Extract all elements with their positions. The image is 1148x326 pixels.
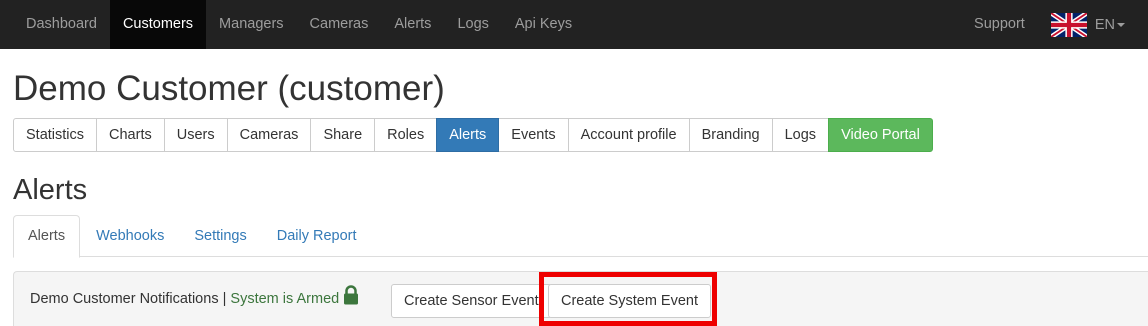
- right-nav: Support EN: [960, 0, 1148, 49]
- alert-tabs: Alerts Webhooks Settings Daily Report: [13, 215, 1148, 258]
- tab-branding[interactable]: Branding: [688, 118, 773, 152]
- notifications-label: Demo Customer Notifications: [30, 291, 219, 307]
- nav-item-logs[interactable]: Logs: [444, 0, 501, 49]
- tab-account-profile[interactable]: Account profile: [567, 118, 690, 152]
- main-nav: Dashboard Customers Managers Cameras Ale…: [13, 0, 585, 49]
- support-link[interactable]: Support: [960, 0, 1039, 49]
- tab-logs[interactable]: Logs: [771, 118, 830, 152]
- uk-flag-icon: [1050, 12, 1087, 37]
- armed-status: System is Armed: [230, 291, 340, 307]
- language-label: EN: [1094, 16, 1115, 33]
- tab-webhooks[interactable]: Webhooks: [82, 215, 178, 257]
- lock-icon: [344, 285, 359, 305]
- tab-cameras[interactable]: Cameras: [226, 118, 312, 152]
- nav-item-cameras[interactable]: Cameras: [297, 0, 382, 49]
- tab-statistics[interactable]: Statistics: [13, 118, 98, 152]
- caret-down-icon: [1117, 22, 1125, 27]
- language-dropdown[interactable]: EN: [1039, 0, 1148, 49]
- notifications-panel: Demo Customer Notifications | System is …: [13, 271, 1148, 326]
- nav-item-dashboard[interactable]: Dashboard: [13, 0, 110, 49]
- tab-events[interactable]: Events: [498, 118, 569, 152]
- notifications-header: Demo Customer Notifications | System is …: [30, 272, 359, 326]
- tab-settings[interactable]: Settings: [180, 215, 260, 257]
- separator: |: [222, 291, 227, 307]
- tab-alerts[interactable]: Alerts: [436, 118, 500, 152]
- tab-share[interactable]: Share: [310, 118, 376, 152]
- tab-alerts-list[interactable]: Alerts: [13, 215, 81, 258]
- tab-roles[interactable]: Roles: [374, 118, 438, 152]
- nav-item-managers[interactable]: Managers: [206, 0, 296, 49]
- section-title: Alerts: [13, 174, 88, 206]
- customer-tabs: Statistics Charts Users Cameras Share Ro…: [13, 118, 933, 152]
- tab-daily-report[interactable]: Daily Report: [263, 215, 371, 257]
- tab-charts[interactable]: Charts: [96, 118, 165, 152]
- tab-video-portal[interactable]: Video Portal: [828, 118, 933, 152]
- tab-users[interactable]: Users: [163, 118, 228, 152]
- nav-item-api-keys[interactable]: Api Keys: [502, 0, 585, 49]
- nav-item-alerts[interactable]: Alerts: [381, 0, 444, 49]
- create-system-event-button[interactable]: Create System Event: [548, 284, 711, 318]
- create-sensor-event-button[interactable]: Create Sensor Event: [391, 284, 552, 318]
- top-navbar: Dashboard Customers Managers Cameras Ale…: [0, 0, 1148, 49]
- nav-item-customers[interactable]: Customers: [109, 0, 207, 49]
- page-title: Demo Customer (customer): [13, 69, 445, 108]
